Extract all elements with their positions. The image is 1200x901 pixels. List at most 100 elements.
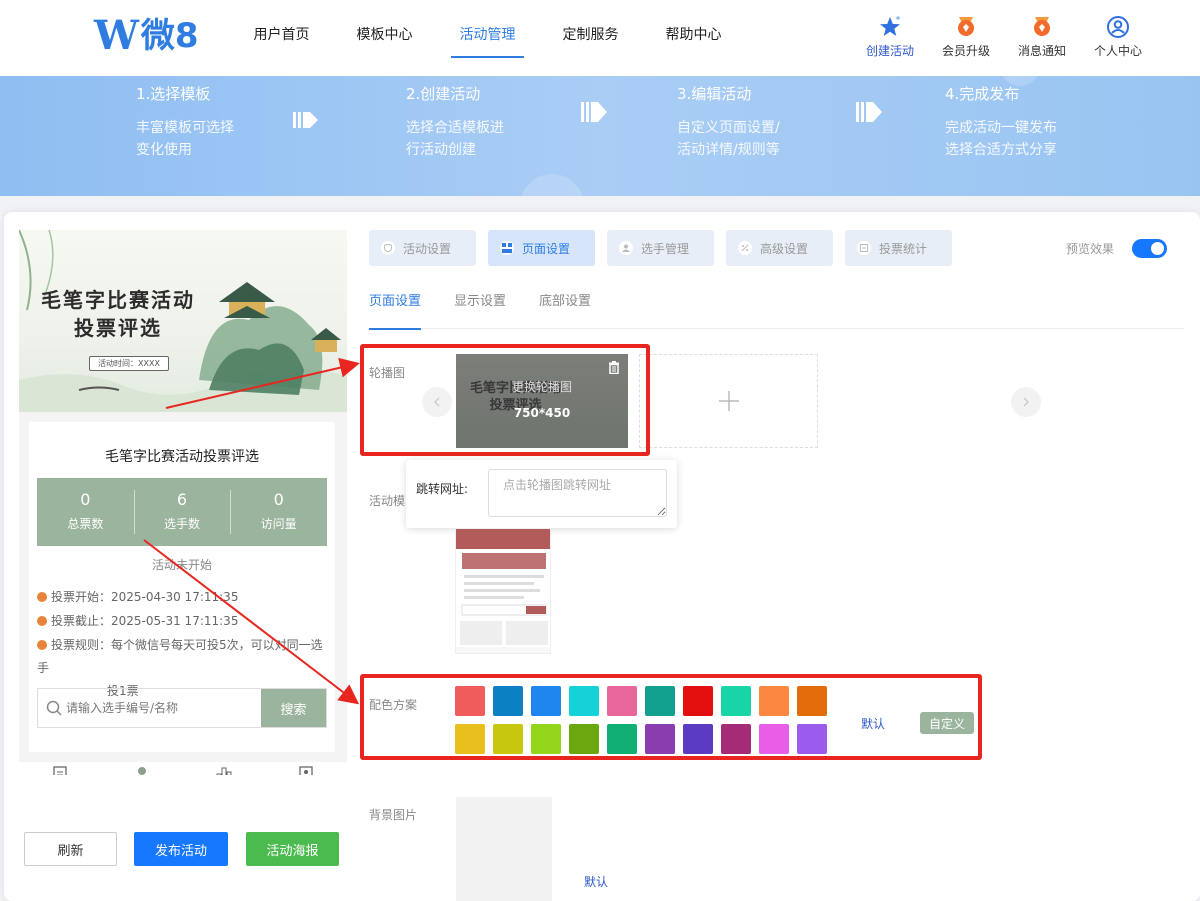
- publish-activity-button[interactable]: 发布活动: [134, 832, 228, 866]
- member-upgrade-label: 会员升级: [941, 44, 990, 58]
- color-swatch[interactable]: [569, 686, 599, 716]
- color-swatch[interactable]: [759, 724, 789, 754]
- header-actions: 创建活动 会员升级 消息通知 个人中心: [852, 14, 1156, 59]
- tab-contestant-management[interactable]: 选手管理: [607, 230, 714, 266]
- color-swatch[interactable]: [645, 686, 675, 716]
- jump-url-input[interactable]: [488, 469, 667, 517]
- tab-intro[interactable]: 介绍: [19, 762, 101, 775]
- trash-icon[interactable]: [608, 361, 620, 378]
- color-swatch[interactable]: [721, 724, 751, 754]
- tab-signup[interactable]: 报名: [265, 762, 347, 775]
- chevron-left-icon: [433, 397, 440, 407]
- phone-tabbar: 介绍 投票 排行 报名: [19, 762, 347, 775]
- tab-vote[interactable]: 投票: [101, 762, 183, 775]
- step-description: 完成活动一键发布 选择合适方式分享: [945, 120, 1057, 158]
- jump-url-label: 跳转网址:: [416, 482, 469, 496]
- step-title: 4.完成发布: [945, 85, 1020, 103]
- subtab-page-settings[interactable]: 页面设置: [369, 294, 422, 330]
- jump-url-popup: 跳转网址:: [406, 460, 677, 528]
- bullet-dot: [37, 592, 47, 602]
- nav-help-center[interactable]: 帮助中心: [642, 0, 745, 76]
- color-swatch[interactable]: [569, 724, 599, 754]
- bullet-dot: [37, 640, 47, 650]
- nav-activity-management[interactable]: 活动管理: [436, 0, 539, 76]
- template-thumbnail[interactable]: [455, 528, 551, 654]
- search-button[interactable]: 搜索: [261, 689, 326, 727]
- color-swatch[interactable]: [721, 686, 751, 716]
- color-swatch[interactable]: [683, 686, 713, 716]
- vote-start: 投票开始：2025-04-30 17:11:35: [37, 586, 238, 609]
- steps-banner: 1.选择模板 丰富模板可选择 变化使用 2.创建活动 选择合适模板进 行活动创建 3…: [0, 76, 1200, 196]
- step-description: 自定义页面设置/活动详情/规则等: [677, 120, 780, 158]
- stats-icon: [857, 241, 871, 255]
- color-default-link[interactable]: 默认: [861, 715, 885, 732]
- color-swatch[interactable]: [493, 724, 523, 754]
- activity-title: 毛笔字比赛活动投票评选: [105, 449, 259, 465]
- carousel-prev-button[interactable]: [422, 387, 452, 417]
- color-swatch[interactable]: [683, 724, 713, 754]
- step-description: 选择合适模板进 行活动创建: [406, 120, 504, 158]
- color-swatch[interactable]: [455, 686, 485, 716]
- percent-icon: [738, 241, 752, 255]
- step-title: 2.创建活动: [406, 85, 481, 103]
- color-swatch[interactable]: [531, 686, 561, 716]
- background-image-slot[interactable]: [456, 797, 552, 901]
- template-preview-image: [456, 529, 550, 653]
- notifications-button[interactable]: 消息通知: [1004, 14, 1080, 59]
- contestant-search: 搜索: [37, 688, 327, 728]
- color-swatch[interactable]: [797, 686, 827, 716]
- color-custom-button[interactable]: 自定义: [920, 712, 974, 734]
- poster-date: 活动时间：XXXX: [89, 356, 169, 371]
- tab-activity-settings[interactable]: 活动设置: [369, 230, 476, 266]
- step-description: 丰富模板可选择 变化使用: [136, 120, 234, 158]
- tab-ranking[interactable]: 排行: [183, 762, 265, 775]
- create-activity-button[interactable]: 创建活动: [852, 14, 928, 59]
- activity-poster-button[interactable]: 活动海报: [246, 832, 339, 866]
- step-create-activity: 2.创建活动 选择合适模板进 行活动创建: [406, 81, 504, 161]
- tab-page-settings[interactable]: 页面设置: [488, 230, 595, 266]
- color-swatch[interactable]: [455, 724, 485, 754]
- add-carousel-button[interactable]: [639, 354, 818, 448]
- color-swatch[interactable]: [759, 686, 789, 716]
- member-upgrade-button[interactable]: 会员升级: [928, 14, 1004, 59]
- poster-banner: 毛笔字比赛活动 投票评选 活动时间：XXXX: [19, 230, 347, 412]
- phone-preview: 毛笔字比赛活动 投票评选 活动时间：XXXX 毛笔字比赛活动投票评选 0 总票数 6…: [19, 230, 347, 775]
- bullet-dot: [37, 616, 47, 626]
- top-navigation-bar: W 微8 用户首页 模板中心 活动管理 定制服务 帮助中心 创建活动 会员升级 …: [0, 0, 1200, 76]
- replace-carousel-hint[interactable]: 更换轮播图: [456, 378, 628, 395]
- color-swatch[interactable]: [645, 724, 675, 754]
- id-card-icon: [265, 766, 347, 775]
- stat-contestants: 6 选手数: [133, 478, 231, 546]
- subtab-display-settings[interactable]: 显示设置: [454, 294, 506, 329]
- search-input[interactable]: [38, 689, 261, 727]
- create-activity-label: 创建活动: [865, 44, 914, 58]
- activity-info-card: 毛笔字比赛活动投票评选 0 总票数 6 选手数 0 访问量 活动未开始 投票开始：20…: [29, 422, 335, 752]
- color-swatch[interactable]: [493, 686, 523, 716]
- nav-custom-service[interactable]: 定制服务: [539, 0, 642, 76]
- vote-end: 投票截止：2025-05-31 17:11:35: [37, 610, 238, 633]
- carousel-overlay: [456, 354, 628, 448]
- preview-toggle[interactable]: [1132, 239, 1167, 258]
- refresh-button[interactable]: 刷新: [24, 832, 117, 866]
- site-logo[interactable]: W 微8: [94, 14, 199, 58]
- stat-visits: 0 访问量: [230, 478, 327, 546]
- color-swatch[interactable]: [607, 686, 637, 716]
- step-arrow-icon: [292, 108, 320, 136]
- color-swatch[interactable]: [531, 724, 561, 754]
- user-icon: [619, 241, 633, 255]
- nav-user-home[interactable]: 用户首页: [230, 0, 333, 76]
- tab-vote-statistics[interactable]: 投票统计: [845, 230, 952, 266]
- carousel-next-button[interactable]: [1011, 387, 1041, 417]
- background-default-link[interactable]: 默认: [584, 873, 608, 890]
- tab-advanced-settings[interactable]: 高级设置: [726, 230, 833, 266]
- color-swatch[interactable]: [607, 724, 637, 754]
- preview-effect-label: 预览效果: [1066, 242, 1115, 256]
- message-badge-icon: [1004, 14, 1080, 40]
- subtab-footer-settings[interactable]: 底部设置: [539, 294, 591, 329]
- personal-center-button[interactable]: 个人中心: [1080, 14, 1156, 59]
- document-icon: [19, 766, 101, 775]
- stats-bar: 0 总票数 6 选手数 0 访问量: [37, 478, 327, 546]
- carousel-image[interactable]: 毛笔字比赛活动投票评选 更换轮播图 750*450: [456, 354, 628, 448]
- color-swatch[interactable]: [797, 724, 827, 754]
- nav-template-center[interactable]: 模板中心: [333, 0, 436, 76]
